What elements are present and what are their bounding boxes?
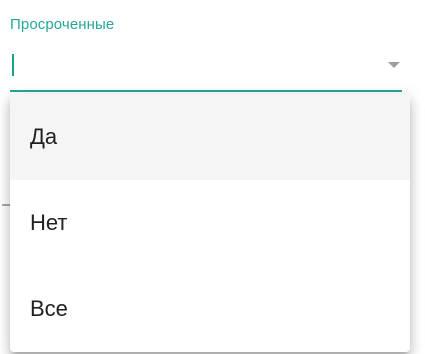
field-underline (10, 90, 402, 92)
background-divider (2, 204, 10, 206)
option-no[interactable]: Нет (10, 180, 410, 266)
arrow-drop-down-icon[interactable] (388, 62, 400, 68)
option-all[interactable]: Все (10, 266, 410, 352)
option-yes[interactable]: Да (10, 94, 410, 180)
field-label: Просроченные (10, 16, 115, 33)
overdue-select-field[interactable]: Просроченные (10, 0, 402, 92)
text-cursor (12, 54, 14, 76)
overdue-select-screen: Просроченные Да Нет Все (0, 0, 425, 354)
dropdown-menu: Да Нет Все (10, 94, 410, 352)
